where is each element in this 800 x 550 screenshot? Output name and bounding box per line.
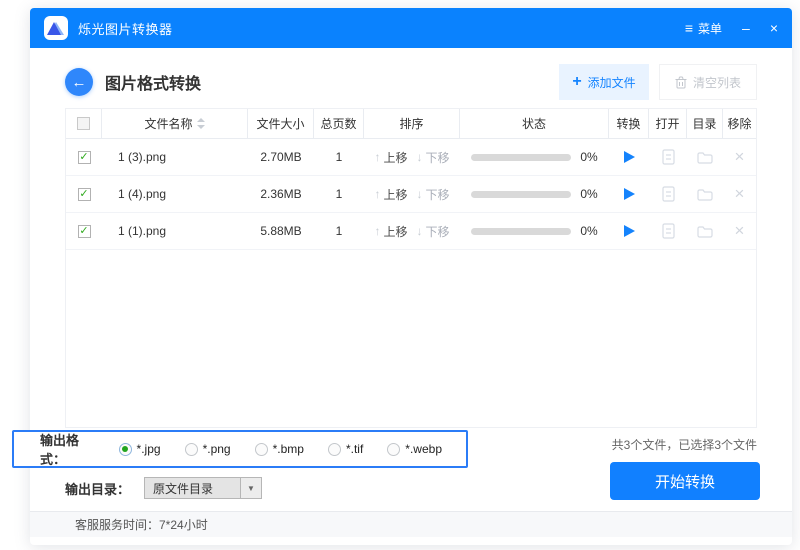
menu-label: 菜单 — [698, 20, 722, 37]
radio-icon — [255, 443, 268, 456]
back-button[interactable]: ← — [65, 68, 93, 96]
move-down-icon[interactable]: ↓ — [417, 187, 423, 201]
move-down-button[interactable]: 下移 — [426, 186, 450, 203]
move-up-button[interactable]: 上移 — [383, 186, 407, 203]
move-up-icon[interactable]: ↑ — [374, 224, 380, 238]
convert-play-button[interactable] — [624, 151, 635, 163]
radio-icon — [328, 443, 341, 456]
radio-option-jpg[interactable]: *.jpg — [119, 442, 161, 456]
file-name: 1 (1).png — [102, 213, 248, 249]
column-header-open: 打开 — [649, 109, 687, 138]
column-header-sort: 排序 — [364, 109, 460, 138]
clear-list-button[interactable]: 清空列表 — [659, 64, 757, 100]
open-file-button[interactable] — [649, 213, 687, 249]
file-count-summary: 共3个文件，已选择3个文件 — [612, 436, 757, 453]
radio-icon — [387, 443, 400, 456]
radio-option-tif[interactable]: *.tif — [328, 442, 363, 456]
move-down-icon[interactable]: ↓ — [417, 224, 423, 238]
open-file-button[interactable] — [649, 176, 687, 212]
hamburger-icon: ≡ — [685, 20, 693, 36]
remove-file-button[interactable]: × — [735, 221, 745, 241]
output-format-panel: 输出格式： *.jpg *.png *.bmp *.tif *.webp — [12, 430, 468, 468]
column-header-remove: 移除 — [723, 109, 756, 138]
table-row: ✓ 1 (1).png 5.88MB 1 ↑ 上移 ↓ 下移 0% × — [66, 213, 756, 250]
move-up-button[interactable]: 上移 — [383, 149, 407, 166]
open-folder-button[interactable] — [687, 139, 723, 175]
page-title: 图片格式转换 — [105, 70, 201, 94]
open-folder-button[interactable] — [687, 176, 723, 212]
add-files-button[interactable]: + 添加文件 — [559, 64, 649, 100]
progress-bar — [471, 154, 571, 161]
radio-option-bmp[interactable]: *.bmp — [255, 442, 304, 456]
output-directory-row: 输出目录： 原文件目录 ▼ — [65, 476, 262, 500]
move-down-icon[interactable]: ↓ — [417, 150, 423, 164]
select-all-checkbox[interactable] — [77, 117, 90, 130]
row-checkbox[interactable]: ✓ — [78, 188, 91, 201]
file-table: 文件名称 文件大小 总页数 排序 状态 转换 打开 目录 移除 ✓ 1 (3).… — [65, 108, 757, 428]
remove-file-button[interactable]: × — [735, 147, 745, 167]
file-size: 5.88MB — [248, 213, 314, 249]
progress-percent: 0% — [580, 224, 597, 238]
column-header-name[interactable]: 文件名称 — [102, 109, 248, 138]
service-hours-text: 客服服务时间：7*24小时 — [75, 516, 208, 533]
file-pages: 1 — [314, 213, 364, 249]
output-format-options: *.jpg *.png *.bmp *.tif *.webp — [119, 442, 466, 456]
output-format-label: 输出格式： — [40, 430, 99, 468]
move-up-button[interactable]: 上移 — [383, 223, 407, 240]
file-name: 1 (4).png — [102, 176, 248, 212]
radio-selected-icon — [119, 443, 132, 456]
row-checkbox[interactable]: ✓ — [78, 151, 91, 164]
trash-icon — [675, 76, 687, 89]
file-pages: 1 — [314, 176, 364, 212]
output-directory-value: 原文件目录 — [145, 478, 240, 498]
file-pages: 1 — [314, 139, 364, 175]
convert-play-button[interactable] — [624, 225, 635, 237]
page-header: ← 图片格式转换 + 添加文件 清空列表 — [65, 64, 757, 100]
move-down-button[interactable]: 下移 — [426, 223, 450, 240]
dropdown-arrow-icon: ▼ — [240, 478, 261, 498]
open-folder-button[interactable] — [687, 213, 723, 249]
plus-icon: + — [572, 73, 581, 91]
column-header-convert: 转换 — [609, 109, 649, 138]
radio-option-png[interactable]: *.png — [185, 442, 231, 456]
output-directory-label: 输出目录： — [65, 479, 130, 498]
radio-icon — [185, 443, 198, 456]
output-directory-select[interactable]: 原文件目录 ▼ — [144, 477, 262, 499]
open-file-button[interactable] — [649, 139, 687, 175]
clear-list-label: 清空列表 — [693, 74, 741, 91]
column-header-pages: 总页数 — [314, 109, 364, 138]
move-up-icon[interactable]: ↑ — [374, 150, 380, 164]
start-convert-button[interactable]: 开始转换 — [610, 462, 760, 500]
progress-percent: 0% — [580, 150, 597, 164]
app-logo-icon — [44, 16, 68, 40]
title-bar: 烁光图片转换器 ≡ 菜单 – × — [30, 8, 792, 48]
file-size: 2.70MB — [248, 139, 314, 175]
column-header-size: 文件大小 — [248, 109, 314, 138]
column-header-status: 状态 — [460, 109, 609, 138]
progress-bar — [471, 228, 571, 235]
app-title: 烁光图片转换器 — [78, 19, 173, 38]
convert-play-button[interactable] — [624, 188, 635, 200]
radio-option-webp[interactable]: *.webp — [387, 442, 442, 456]
table-row: ✓ 1 (4).png 2.36MB 1 ↑ 上移 ↓ 下移 0% × — [66, 176, 756, 213]
column-header-directory: 目录 — [687, 109, 723, 138]
move-down-button[interactable]: 下移 — [426, 149, 450, 166]
progress-bar — [471, 191, 571, 198]
minimize-button[interactable]: – — [742, 21, 750, 35]
table-header: 文件名称 文件大小 总页数 排序 状态 转换 打开 目录 移除 — [66, 109, 756, 139]
footer-bar: 客服服务时间：7*24小时 — [30, 511, 792, 537]
file-name: 1 (3).png — [102, 139, 248, 175]
close-button[interactable]: × — [770, 21, 778, 35]
menu-button[interactable]: ≡ 菜单 — [685, 20, 722, 37]
progress-percent: 0% — [580, 187, 597, 201]
back-arrow-icon: ← — [72, 74, 87, 91]
add-files-label: 添加文件 — [588, 74, 636, 91]
table-row: ✓ 1 (3).png 2.70MB 1 ↑ 上移 ↓ 下移 0% × — [66, 139, 756, 176]
file-size: 2.36MB — [248, 176, 314, 212]
move-up-icon[interactable]: ↑ — [374, 187, 380, 201]
sort-icon — [197, 118, 205, 129]
remove-file-button[interactable]: × — [735, 184, 745, 204]
row-checkbox[interactable]: ✓ — [78, 225, 91, 238]
